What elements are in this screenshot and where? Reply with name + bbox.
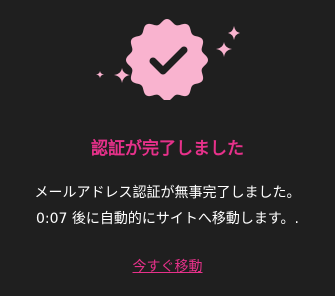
message-line-2: 0:07 後に自動的にサイトへ移動します。. — [0, 206, 335, 232]
verification-complete-title: 認証が完了しました — [91, 139, 244, 159]
message-line-1: メールアドレス認証が無事完了しました。 — [34, 185, 301, 201]
redirect-notice: 後に自動的にサイトへ移動します。. — [67, 211, 299, 227]
verification-message: メールアドレス認証が無事完了しました。 0:07 後に自動的にサイトへ移動します… — [0, 180, 335, 232]
countdown-timer: 0:07 — [36, 211, 68, 227]
sparkle-icon — [228, 26, 240, 40]
go-now-link[interactable]: 今すぐ移動 — [0, 256, 335, 276]
sparkle-icon — [114, 68, 130, 83]
sparkle-icon — [216, 42, 232, 57]
sparkle-icon — [96, 71, 104, 78]
badge-shape — [126, 19, 208, 100]
verified-check-icon — [96, 19, 240, 100]
